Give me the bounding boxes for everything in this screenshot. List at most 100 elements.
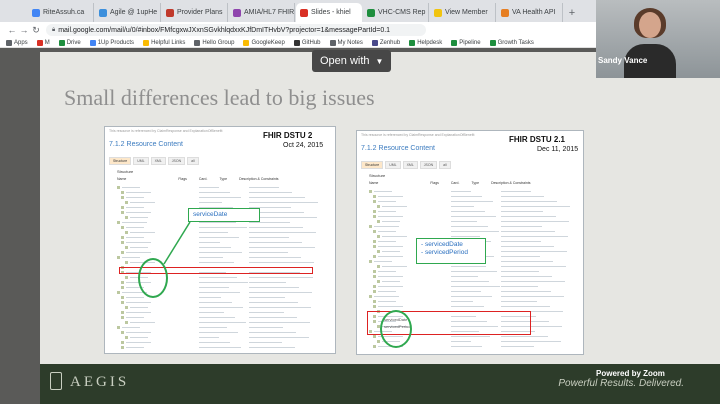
row-desc-placeholder [249,282,286,283]
aegis-shield-icon [50,372,62,390]
element-icon [125,261,128,264]
row-name-placeholder [382,281,400,282]
row-type-placeholder [451,211,485,212]
bookmark-item[interactable]: My Notes [329,39,363,46]
tab-xml[interactable]: XML [150,157,166,165]
element-icon [373,305,376,308]
back-icon[interactable]: ← [6,25,18,35]
tab-all[interactable]: all [439,161,451,169]
row-name-placeholder [378,216,403,217]
row-desc-placeholder [249,232,316,233]
element-icon [373,230,376,233]
browser-tab[interactable]: Slides - khiel [296,3,362,22]
browser-tab[interactable]: View Member [430,3,496,22]
tab-all[interactable]: all [187,157,199,165]
row-type-placeholder [199,327,227,328]
element-icon [121,196,124,199]
row-desc-placeholder [501,221,569,222]
row-name-placeholder [378,201,396,202]
tab-xml[interactable]: XML [402,161,418,169]
bookmark-item[interactable]: Zenhub [371,39,400,46]
bookmark-item[interactable]: Drive [58,39,81,46]
element-icon [377,220,380,223]
tab-json[interactable]: JSON [167,157,186,165]
tab-favicon-icon [434,8,442,17]
row-type-placeholder [451,296,492,297]
url-text: mail.google.com/mail/u/0/#inbox/FMfcgxwJ… [58,26,391,34]
element-icon [369,260,372,263]
tab-favicon-icon [166,8,174,17]
url-field[interactable]: 🔒︎ mail.google.com/mail/u/0/#inbox/FMfcg… [46,24,426,36]
row-desc-placeholder [501,256,540,257]
element-icon [125,246,128,249]
row-desc-placeholder [501,216,556,217]
row-desc-placeholder [501,246,554,247]
browser-tab[interactable]: VHC-CMS Rep [363,3,429,22]
row-type-placeholder [451,266,486,267]
tab-label: Agile @ 1upHe [110,9,158,16]
row-name-placeholder [126,192,151,193]
element-icon [125,276,128,279]
row-desc-placeholder [501,231,555,232]
bookmark-item[interactable]: Apps [6,39,28,46]
element-icon [121,236,124,239]
bookmark-item[interactable]: Helpdesk [409,39,442,46]
element-icon [121,311,124,314]
tab-favicon-icon [99,8,107,17]
bookmark-item[interactable]: Growth Tasks [489,39,534,46]
bookmark-item[interactable]: GitHub [293,39,321,46]
row-type-placeholder [199,197,241,198]
row-desc-placeholder [501,301,537,302]
element-icon [125,306,128,309]
tab-json[interactable]: JSON [419,161,438,169]
bookmark-item[interactable]: 1Up Products [89,39,134,46]
row-type-placeholder [199,222,236,223]
row-type-placeholder [199,292,240,293]
element-icon [125,336,128,339]
row-type-placeholder [199,187,219,188]
reload-icon[interactable]: ↻ [30,25,42,36]
panel-tabs: Structure UML XML JSON all [109,157,201,165]
bookmark-item[interactable]: Hello Group [194,39,234,46]
bookmarks-bar: Apps M Drive 1Up Products Helpful Links Hello… [0,38,596,48]
row-desc-placeholder [249,302,298,303]
browser-tab[interactable]: Provider Plans [162,3,228,22]
element-icon [121,206,124,209]
row-desc-placeholder [249,317,297,318]
annotation-line-1: - servicedDate [421,241,463,248]
element-icon [121,241,124,244]
element-icon [369,190,372,193]
row-desc-placeholder [501,286,538,287]
bookmark-item[interactable]: GoogleKeep [243,39,285,46]
forward-icon[interactable]: → [18,25,30,35]
tab-structure[interactable]: Structure [109,157,132,165]
panel-header: This resource is referenced by ClaimResp… [109,129,223,133]
row-type-placeholder [199,277,237,278]
browser-tab[interactable]: AMIA/HL7 FHIR [229,3,295,22]
browser-tab[interactable]: VA Health API [497,3,563,22]
tab-structure[interactable]: Structure [361,161,384,169]
tab-uml[interactable]: UML [385,161,401,169]
row-type-placeholder [199,282,248,283]
row-name-placeholder [126,342,151,343]
tab-label: Provider Plans [177,9,223,16]
row-name-placeholder [378,241,396,242]
row-name-placeholder [378,276,403,277]
bookmark-item[interactable]: Helpful Links [143,39,185,46]
tab-uml[interactable]: UML [133,157,149,165]
open-with-button[interactable]: Open with ▼ [312,50,392,72]
aegis-logo: AEGIS [70,374,130,390]
new-tab-icon[interactable]: + [564,3,580,22]
col-desc: Description & Constraints [239,177,279,181]
bookmark-item[interactable]: Pipeline [451,39,481,46]
panel-header: This resource is referenced by ClaimResp… [361,133,475,137]
browser-tab[interactable]: RiteAssuh.ca [28,3,94,22]
browser-tab[interactable]: Agile @ 1upHe [95,3,161,22]
row-desc-placeholder [249,332,296,333]
bookmark-icon [194,39,201,46]
row-desc-placeholder [501,261,553,262]
bookmark-item[interactable]: M [36,39,50,46]
row-name-placeholder [378,196,403,197]
col-type: Type [471,181,480,185]
element-icon [373,245,376,248]
